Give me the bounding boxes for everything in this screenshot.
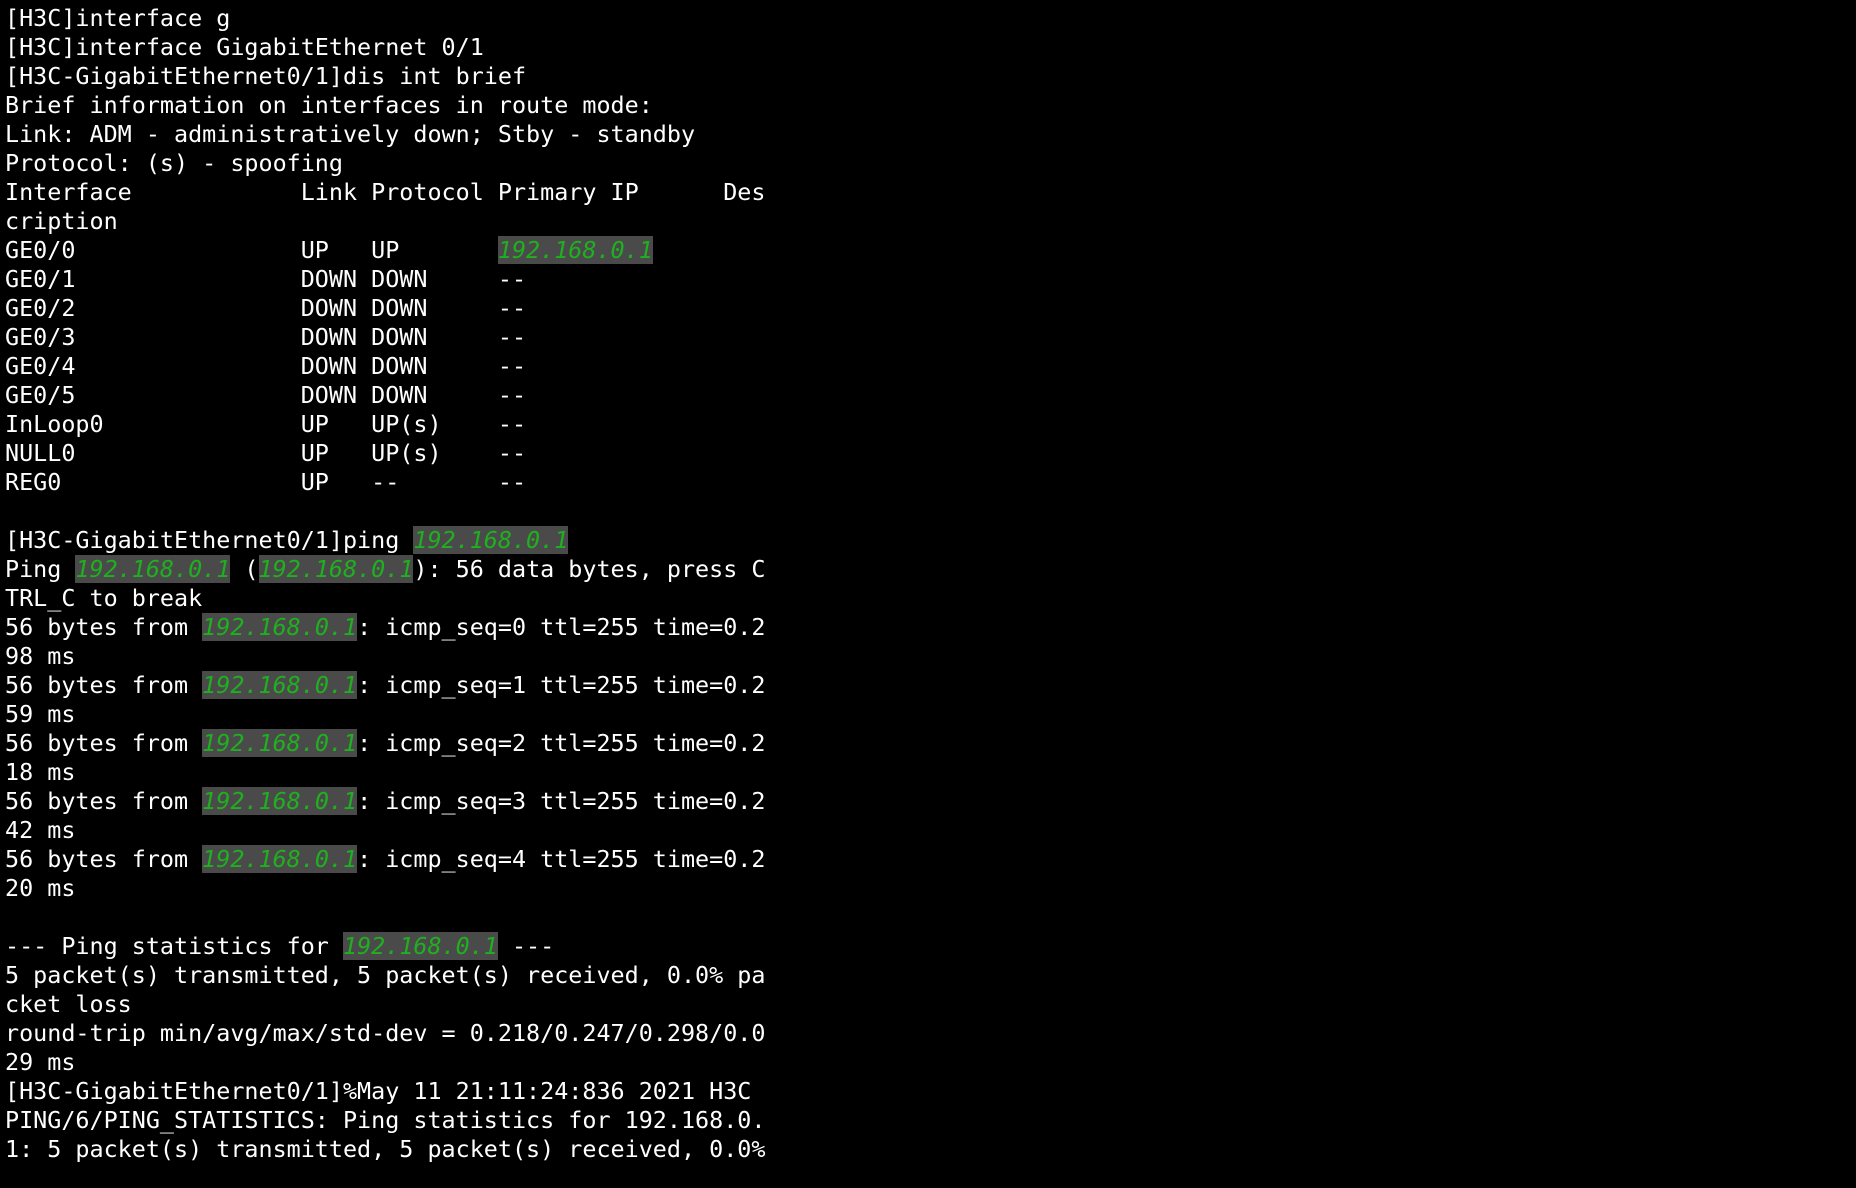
line-text: InLoop0 UP UP(s) -- [5,410,527,438]
line-text: GE0/5 DOWN DOWN -- [5,381,527,409]
line-text: ( [230,555,259,583]
line-text: --- Ping statistics for [5,932,343,960]
line-text: ): 56 data bytes, press C [413,555,766,583]
highlighted-ip-address: 192.168.0.1 [75,555,231,583]
line-text: GE0/1 DOWN DOWN -- [5,265,527,293]
terminal-line: round-trip min/avg/max/std-dev = 0.218/0… [5,1019,1851,1048]
terminal-line: 29 ms [5,1048,1851,1077]
line-text: GE0/4 DOWN DOWN -- [5,352,527,380]
terminal-line: [H3C-GigabitEthernet0/1]%May 11 21:11:24… [5,1077,1851,1106]
line-text: 56 bytes from [5,613,203,641]
line-text: [H3C]interface GigabitEthernet 0/1 [5,33,484,61]
line-text: --- [497,932,555,960]
line-text: 98 ms [5,642,76,670]
terminal-line: cription [5,207,1851,236]
line-text: GE0/0 UP UP [5,236,498,264]
highlighted-ip-address: 192.168.0.1 [202,729,358,757]
line-text: [H3C-GigabitEthernet0/1]dis int brief [5,62,527,90]
line-text: Link: ADM - administratively down; Stby … [5,120,696,148]
terminal-line: Brief information on interfaces in route… [5,91,1851,120]
terminal-line: REG0 UP -- -- [5,468,1851,497]
terminal-line: 18 ms [5,758,1851,787]
terminal-line: [H3C-GigabitEthernet0/1]ping 192.168.0.1 [5,526,1851,555]
terminal-line: Ping 192.168.0.1 (192.168.0.1): 56 data … [5,555,1851,584]
terminal-line: 59 ms [5,700,1851,729]
terminal-line: 56 bytes from 192.168.0.1: icmp_seq=4 tt… [5,845,1851,874]
line-text: cket loss [5,990,132,1018]
terminal-line: 98 ms [5,642,1851,671]
line-text: 56 bytes from [5,787,203,815]
line-text: : icmp_seq=1 ttl=255 time=0.2 [357,671,766,699]
line-text: [H3C]interface g [5,4,231,32]
highlighted-ip-address: 192.168.0.1 [258,555,414,583]
terminal-line: GE0/0 UP UP 192.168.0.1 [5,236,1851,265]
terminal-output[interactable]: [H3C]interface g [H3C]interface GigabitEt… [5,4,1851,1164]
highlighted-ip-address: 192.168.0.1 [497,236,653,264]
terminal-line: GE0/3 DOWN DOWN -- [5,323,1851,352]
terminal-line: GE0/4 DOWN DOWN -- [5,352,1851,381]
highlighted-ip-address: 192.168.0.1 [342,932,498,960]
terminal-line: InLoop0 UP UP(s) -- [5,410,1851,439]
terminal-line: GE0/2 DOWN DOWN -- [5,294,1851,323]
line-text: 29 ms [5,1048,76,1076]
terminal-line: GE0/1 DOWN DOWN -- [5,265,1851,294]
terminal-line: cket loss [5,990,1851,1019]
line-text: Brief information on interfaces in route… [5,91,653,119]
line-text: round-trip min/avg/max/std-dev = 0.218/0… [5,1019,766,1047]
line-text: PING/6/PING_STATISTICS: Ping statistics … [5,1106,766,1134]
line-text: Ping [5,555,76,583]
terminal-line: Protocol: (s) - spoofing [5,149,1851,178]
terminal-line: 56 bytes from 192.168.0.1: icmp_seq=3 tt… [5,787,1851,816]
terminal-line: 56 bytes from 192.168.0.1: icmp_seq=0 tt… [5,613,1851,642]
line-text: : icmp_seq=0 ttl=255 time=0.2 [357,613,766,641]
line-text: TRL_C to break [5,584,203,612]
line-text: [H3C-GigabitEthernet0/1]ping [5,526,414,554]
terminal-line: [H3C]interface GigabitEthernet 0/1 [5,33,1851,62]
highlighted-ip-address: 192.168.0.1 [413,526,569,554]
line-text: GE0/2 DOWN DOWN -- [5,294,527,322]
terminal-line: GE0/5 DOWN DOWN -- [5,381,1851,410]
terminal-line: NULL0 UP UP(s) -- [5,439,1851,468]
terminal-line: 56 bytes from 192.168.0.1: icmp_seq=1 tt… [5,671,1851,700]
terminal-line: 56 bytes from 192.168.0.1: icmp_seq=2 tt… [5,729,1851,758]
line-text: Interface Link Protocol Primary IP Des [5,178,766,206]
terminal-line: 1: 5 packet(s) transmitted, 5 packet(s) … [5,1135,1851,1164]
highlighted-ip-address: 192.168.0.1 [202,613,358,641]
terminal-line: 5 packet(s) transmitted, 5 packet(s) rec… [5,961,1851,990]
line-text: 1: 5 packet(s) transmitted, 5 packet(s) … [5,1135,766,1163]
line-text: REG0 UP -- -- [5,468,527,496]
line-text: cription [5,207,118,235]
line-text: 59 ms [5,700,76,728]
line-text: 56 bytes from [5,845,203,873]
line-text: : icmp_seq=3 ttl=255 time=0.2 [357,787,766,815]
terminal-line: Interface Link Protocol Primary IP Des [5,178,1851,207]
terminal-line: PING/6/PING_STATISTICS: Ping statistics … [5,1106,1851,1135]
line-text: 42 ms [5,816,76,844]
terminal-line: [H3C]interface g [5,4,1851,33]
line-text: NULL0 UP UP(s) -- [5,439,527,467]
line-text: [H3C-GigabitEthernet0/1]%May 11 21:11:24… [5,1077,752,1105]
terminal-line: --- Ping statistics for 192.168.0.1 --- [5,932,1851,961]
line-text: 5 packet(s) transmitted, 5 packet(s) rec… [5,961,766,989]
terminal-line: [H3C-GigabitEthernet0/1]dis int brief [5,62,1851,91]
highlighted-ip-address: 192.168.0.1 [202,787,358,815]
highlighted-ip-address: 192.168.0.1 [202,671,358,699]
line-text: 20 ms [5,874,76,902]
line-text: 56 bytes from [5,671,203,699]
line-text: 56 bytes from [5,729,203,757]
terminal-line: TRL_C to break [5,584,1851,613]
line-text: : icmp_seq=4 ttl=255 time=0.2 [357,845,766,873]
terminal-line: 42 ms [5,816,1851,845]
line-text: : icmp_seq=2 ttl=255 time=0.2 [357,729,766,757]
line-text: GE0/3 DOWN DOWN -- [5,323,527,351]
terminal-line: Link: ADM - administratively down; Stby … [5,120,1851,149]
line-text: Protocol: (s) - spoofing [5,149,343,177]
line-text: 18 ms [5,758,76,786]
highlighted-ip-address: 192.168.0.1 [202,845,358,873]
terminal-line: 20 ms [5,874,1851,903]
